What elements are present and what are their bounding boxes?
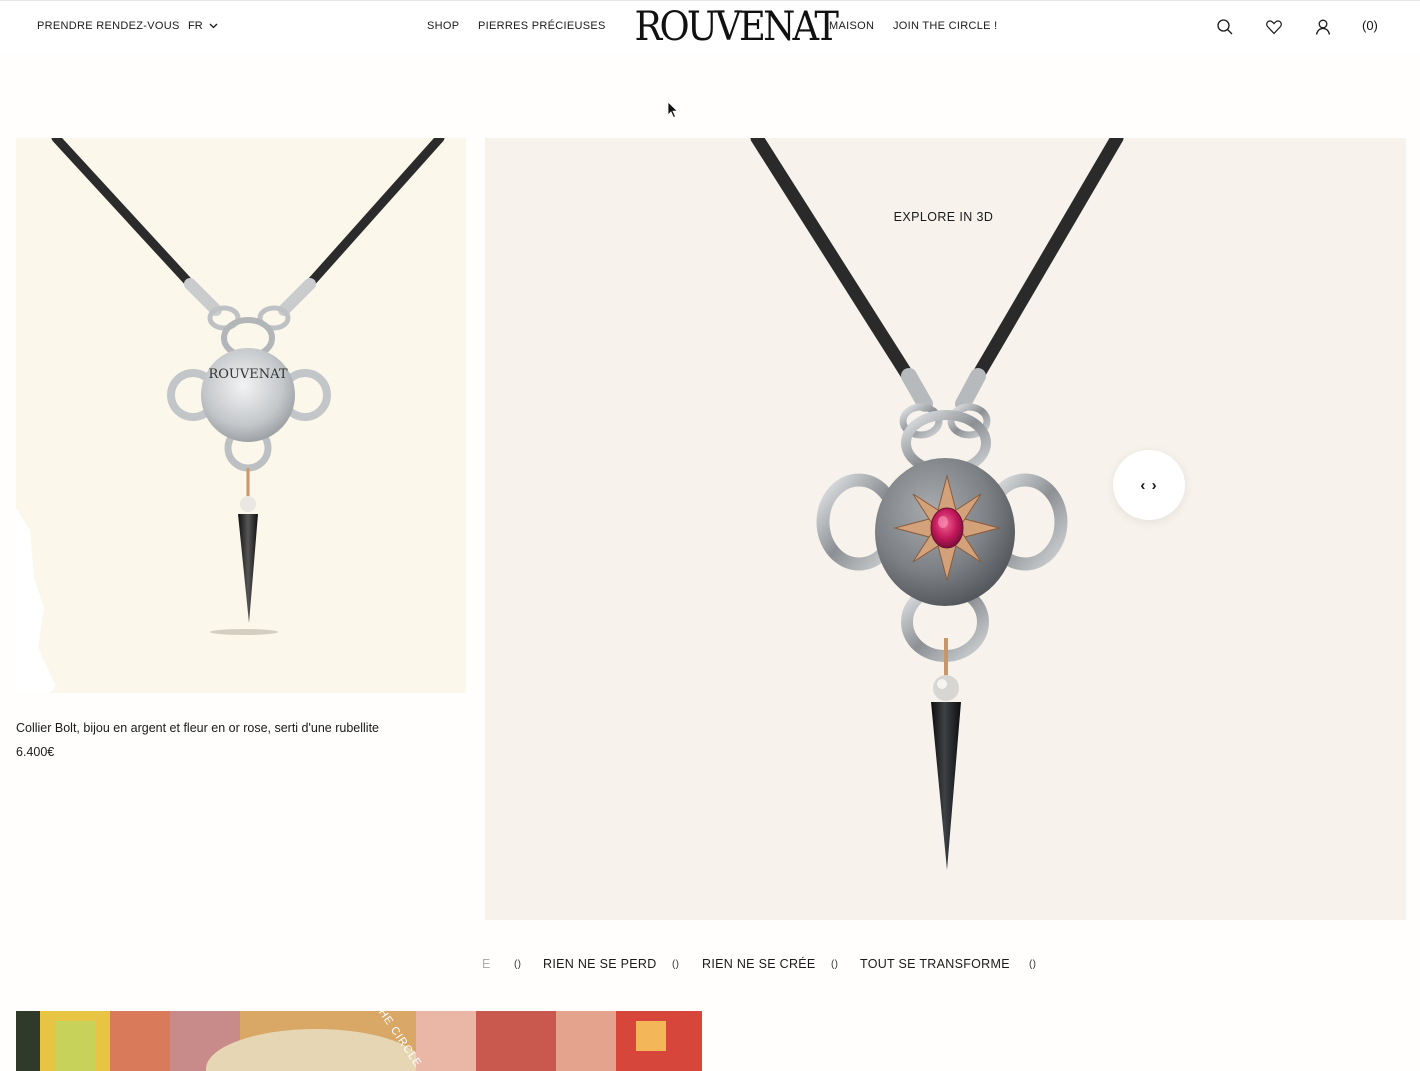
3d-viewer[interactable]: EXPLORE IN 3D ‹ › [485, 138, 1406, 920]
cart-button[interactable]: (0) [1362, 18, 1378, 33]
tagline-marquee: E () RIEN NE SE PERD () RIEN NE SE CRÉE … [478, 955, 1078, 975]
marquee-item: TOUT SE TRANSFORME [860, 957, 1010, 971]
marquee-separator-icon: () [1029, 959, 1037, 970]
rotate-360-button[interactable]: ‹ › [1113, 450, 1185, 520]
site-header: PRENDRE RENDEZ-VOUS FR SHOP PIERRES PRÉC… [0, 0, 1420, 54]
appointment-link[interactable]: PRENDRE RENDEZ-VOUS [37, 20, 180, 32]
language-selector[interactable]: FR [188, 20, 218, 32]
product-image[interactable]: ROUVENAT [16, 138, 466, 693]
marquee-separator-icon: () [831, 959, 839, 970]
marquee-item: RIEN NE SE PERD [543, 957, 657, 971]
marquee-separator-icon: () [672, 959, 680, 970]
brand-logo[interactable]: ROUVENAT [635, 5, 839, 49]
language-label: FR [188, 20, 203, 32]
account-user-icon[interactable] [1312, 16, 1334, 38]
necklace-illustration: ROUVENAT [16, 138, 445, 693]
marquee-item: RIEN NE SE CRÉE [702, 957, 816, 971]
circle-banner-image[interactable]: THE CIRCLE [16, 1011, 702, 1071]
chevron-down-icon [209, 23, 218, 29]
3d-necklace-render [750, 138, 1124, 870]
maison-link[interactable]: MAISON [829, 20, 874, 32]
product-price: 6.400€ [16, 745, 55, 759]
shop-link[interactable]: SHOP [427, 20, 459, 32]
pendant-engraving: ROUVENAT [208, 367, 287, 382]
wishlist-heart-icon[interactable] [1263, 16, 1285, 38]
explore-3d-label: EXPLORE IN 3D [893, 210, 994, 224]
mouse-cursor-icon [667, 101, 679, 119]
join-circle-link[interactable]: JOIN THE CIRCLE ! [893, 20, 998, 32]
search-icon[interactable] [1214, 16, 1236, 38]
rotate-arrows-icon: ‹ › [1140, 476, 1158, 494]
collage-image [16, 1011, 702, 1071]
marquee-fragment: E [482, 957, 491, 971]
gems-link[interactable]: PIERRES PRÉCIEUSES [478, 20, 606, 32]
marquee-separator-icon: () [514, 959, 522, 970]
product-name[interactable]: Collier Bolt, bijou en argent et fleur e… [16, 721, 379, 735]
